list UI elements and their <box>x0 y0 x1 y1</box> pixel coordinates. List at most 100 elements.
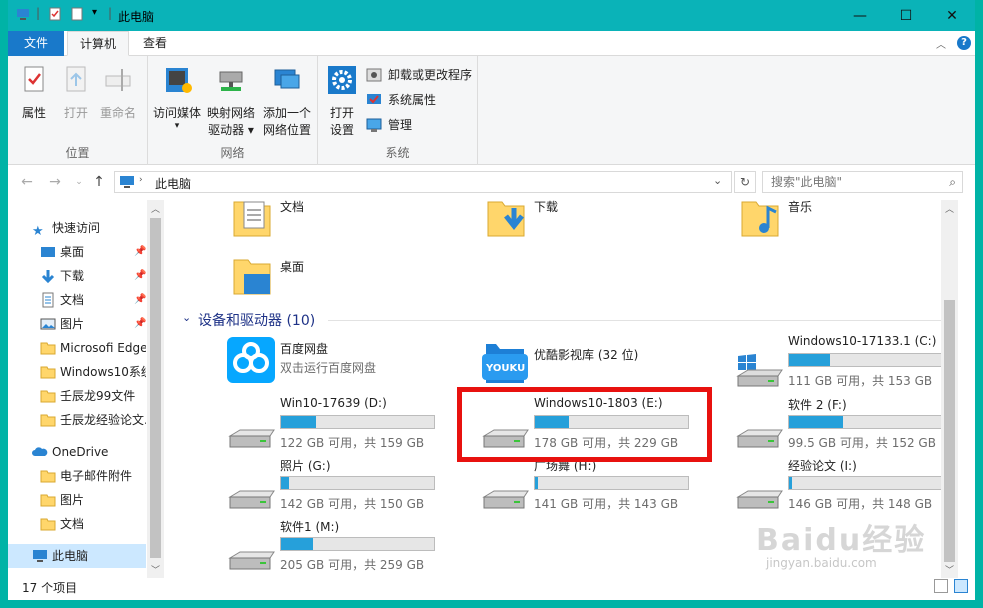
nav-item-desktop[interactable]: 桌面 📌 <box>8 240 146 264</box>
add-network-location-button[interactable]: 添加一个 网络位置 <box>260 64 314 139</box>
drive-space-info: 178 GB 可用，共 229 GB <box>534 436 679 450</box>
large-icons-view-icon[interactable] <box>954 579 968 593</box>
tab-file[interactable]: 文件 <box>8 31 64 56</box>
collapse-chevron-icon[interactable]: ⌄ <box>182 311 191 324</box>
computer-icon[interactable] <box>16 7 30 21</box>
drive-item[interactable]: 经验论文 (I:) 146 GB 可用，共 148 GB <box>734 457 958 515</box>
baidu-watermark-logo: Baidu经验 <box>756 523 927 558</box>
section-header-devices[interactable]: ⌄ 设备和驱动器 (10) <box>178 310 958 330</box>
download-arrow-icon <box>41 270 55 284</box>
close-button[interactable]: ✕ <box>929 0 975 31</box>
scroll-up-icon[interactable]: ︿ <box>941 202 958 215</box>
folder-item-desktop[interactable]: 桌面 <box>232 256 382 308</box>
nav-item-pictures[interactable]: 图片 📌 <box>8 312 146 336</box>
back-arrow-icon[interactable]: ← <box>18 173 36 191</box>
drive-name: 软件1 (M:) <box>280 520 340 534</box>
content-scrollbar[interactable]: ︿ ﹀ <box>941 200 958 578</box>
folder-icon <box>40 390 56 403</box>
folder-item-music[interactable]: 音乐 <box>740 200 890 250</box>
drive-item[interactable]: 广场舞 (H:) 141 GB 可用，共 143 GB <box>480 457 720 515</box>
address-dropdown-chevron-icon[interactable]: ⌄ <box>713 174 722 187</box>
desktop-icon <box>41 247 55 257</box>
scroll-down-icon[interactable]: ﹀ <box>147 563 164 576</box>
breadcrumb-chevron-icon[interactable]: › <box>139 175 143 185</box>
nav-item-downloads[interactable]: 下载 📌 <box>8 264 146 288</box>
properties-button[interactable]: 属性 <box>16 64 52 122</box>
nav-onedrive-item[interactable]: 文档 <box>8 512 146 536</box>
drive-usage-bar <box>280 537 435 551</box>
address-bar[interactable]: › 此电脑 ⌄ <box>114 171 732 193</box>
details-view-icon[interactable] <box>934 579 948 593</box>
recent-locations-chevron-icon[interactable]: ⌄ <box>70 173 88 191</box>
customize-quick-access-chevron-icon[interactable]: ▾ <box>92 7 97 18</box>
nav-item-folder[interactable]: 壬辰龙经验论文... <box>8 408 146 432</box>
tab-view[interactable]: 查看 <box>132 31 178 56</box>
drive-item[interactable]: 软件 2 (F:) 99.5 GB 可用，共 152 GB <box>734 396 958 454</box>
system-properties-button[interactable]: 系统属性 <box>366 89 436 111</box>
maximize-button[interactable]: ☐ <box>883 0 929 31</box>
nav-item-folder[interactable]: Microsofi Edge <box>8 336 146 360</box>
help-icon[interactable]: ? <box>957 36 971 50</box>
properties-quick-icon[interactable] <box>48 7 62 21</box>
drive-item[interactable]: Win10-17639 (D:) 122 GB 可用，共 159 GB <box>226 396 466 454</box>
pin-icon[interactable]: 📌 <box>134 240 146 264</box>
folder-icon <box>40 342 56 355</box>
group-label-network: 网络 <box>220 146 245 160</box>
open-button[interactable]: 打开 <box>58 64 94 122</box>
drive-item[interactable]: Windows10-17133.1 (C:) 111 GB 可用，共 153 GB <box>734 334 958 392</box>
drive-usage-fill <box>789 354 831 366</box>
manage-button[interactable]: 管理 <box>366 114 412 136</box>
minimize-ribbon-chevron-icon[interactable]: ︿ <box>936 36 946 51</box>
nav-scroll-thumb[interactable] <box>150 218 161 558</box>
app-youku[interactable]: YOUKU 优酷影视库 (32 位) <box>480 334 720 392</box>
drive-space-info: 205 GB 可用，共 259 GB <box>280 558 425 572</box>
nav-scrollbar[interactable]: ︿ ﹀ <box>147 200 164 578</box>
nav-onedrive[interactable]: OneDrive <box>8 440 146 464</box>
uninstall-programs-button[interactable]: 卸载或更改程序 <box>366 64 472 86</box>
drive-item[interactable]: Windows10-1803 (E:) 178 GB 可用，共 229 GB <box>480 396 720 454</box>
nav-onedrive-item[interactable]: 图片 <box>8 488 146 512</box>
folder-item-downloads[interactable]: 下载 <box>486 200 636 250</box>
minimize-button[interactable]: — <box>837 0 883 31</box>
tab-computer[interactable]: 计算机 <box>67 31 129 56</box>
folder-item-documents[interactable]: 文档 <box>232 200 382 250</box>
rename-button[interactable]: 重命名 <box>98 64 138 122</box>
group-label-location: 位置 <box>65 146 90 160</box>
hard-drive-icon <box>736 429 783 448</box>
forward-arrow-icon[interactable]: → <box>46 173 64 191</box>
nav-onedrive-item[interactable]: 电子邮件附件 <box>8 464 146 488</box>
new-folder-quick-icon[interactable] <box>70 7 84 21</box>
status-bar: 17 个项目 <box>8 578 975 600</box>
title-bar: | ▾ | 此电脑 — ☐ ✕ <box>8 0 975 31</box>
scroll-down-icon[interactable]: ﹀ <box>941 563 958 576</box>
pin-icon[interactable]: 📌 <box>134 312 146 336</box>
navigation-pane: ★ 快速访问 桌面 📌 下载 📌 文档 📌 图片 📌 Microsofi Edg… <box>8 200 164 578</box>
scroll-up-icon[interactable]: ︿ <box>147 202 164 215</box>
nav-item-folder[interactable]: 壬辰龙99文件 <box>8 384 146 408</box>
content-scroll-thumb[interactable] <box>944 300 955 562</box>
breadcrumb-this-pc[interactable]: 此电脑 <box>155 175 191 192</box>
app-baidu-netdisk[interactable]: 百度网盘 双击运行百度网盘 <box>226 334 466 392</box>
drive-item[interactable]: 照片 (G:) 142 GB 可用，共 150 GB <box>226 457 466 515</box>
open-settings-button[interactable]: 打开 设置 <box>324 64 360 139</box>
search-input[interactable]: 搜索"此电脑" ⌕ <box>762 171 963 193</box>
drive-usage-fill <box>789 477 793 489</box>
nav-quick-access[interactable]: ★ 快速访问 <box>8 216 146 240</box>
pin-icon[interactable]: 📌 <box>134 264 146 288</box>
documents-folder-icon <box>233 201 271 237</box>
nav-item-documents[interactable]: 文档 📌 <box>8 288 146 312</box>
up-arrow-icon[interactable]: ↑ <box>90 173 108 191</box>
refresh-icon[interactable]: ↻ <box>734 171 756 193</box>
baidu-netdisk-icon <box>227 337 275 383</box>
drive-usage-fill <box>281 416 317 428</box>
drive-item[interactable]: 软件1 (M:) 205 GB 可用，共 259 GB <box>226 518 466 576</box>
drive-usage-bar <box>280 476 435 490</box>
map-network-drive-button[interactable]: 映射网络 驱动器 ▾ <box>206 64 256 139</box>
nav-this-pc[interactable]: 此电脑 <box>8 544 146 568</box>
drive-name: 广场舞 (H:) <box>534 459 597 473</box>
drive-usage-bar <box>788 476 943 490</box>
pin-icon[interactable]: 📌 <box>134 288 146 312</box>
access-media-button[interactable]: 访问媒体 ▾ <box>152 64 202 131</box>
cloud-icon <box>32 447 48 456</box>
nav-item-folder[interactable]: Windows10系统 <box>8 360 146 384</box>
